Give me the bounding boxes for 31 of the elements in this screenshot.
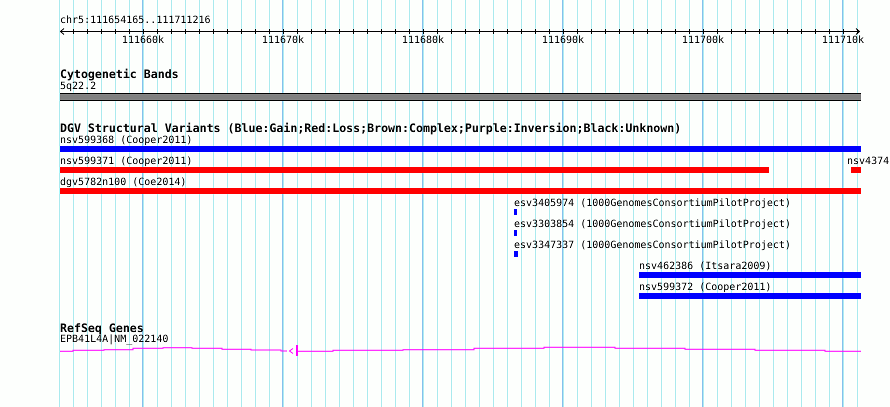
track-title: Cytogenetic Bands [60, 67, 179, 81]
track-title: RefSeq Genes [60, 321, 144, 335]
gene-label: EPB41L4A|NM_022140 [60, 335, 170, 345]
variant-bar[interactable] [514, 230, 517, 236]
position-label: chr5:111654165..111711216 [60, 15, 212, 27]
ruler-tick-label: 111680k [402, 35, 444, 47]
ruler-tick-label: 111710k [822, 35, 864, 47]
ruler-tick-label: 111700k [682, 35, 724, 47]
variant-label: esv3347337 (1000GenomesConsortiumPilotProject) [514, 240, 791, 251]
band-label: 5q22.2 [60, 81, 98, 93]
variant-bar[interactable] [514, 209, 517, 215]
variant-label: esv3303854 (1000GenomesConsortiumPilotProject) [514, 219, 791, 230]
variant-bar[interactable] [514, 251, 518, 257]
variant-bar[interactable] [851, 167, 861, 173]
gene-model-drawing[interactable] [60, 345, 861, 356]
variant-label: nsv599368 (Cooper2011) [60, 135, 192, 146]
variant-bar[interactable] [639, 272, 861, 278]
variant-bar[interactable] [60, 167, 769, 173]
variant-bar[interactable] [639, 293, 861, 299]
variant-bar[interactable] [60, 146, 861, 152]
ruler-tick-label: 111690k [542, 35, 584, 47]
variant-label: nsv599371 (Cooper2011) [60, 156, 192, 167]
variant-label: nsv462386 (Itsara2009) [639, 261, 772, 272]
variant-label: dgv5782n100 (Coe2014) [60, 177, 186, 188]
ruler-tick-label: 111670k [262, 35, 304, 47]
variant-bar[interactable] [60, 188, 861, 194]
ruler-tick-label: 111660k [122, 35, 164, 47]
variant-label: nsv4374 [847, 156, 890, 167]
variant-label: nsv599372 (Cooper2011) [639, 282, 772, 293]
variant-label: esv3405974 (1000GenomesConsortiumPilotProject) [514, 198, 791, 209]
track-title: DGV Structural Variants (Blue:Gain;Red:Loss;Brown:Complex;Purple:Inversion;Black:Unknown) [60, 121, 682, 135]
